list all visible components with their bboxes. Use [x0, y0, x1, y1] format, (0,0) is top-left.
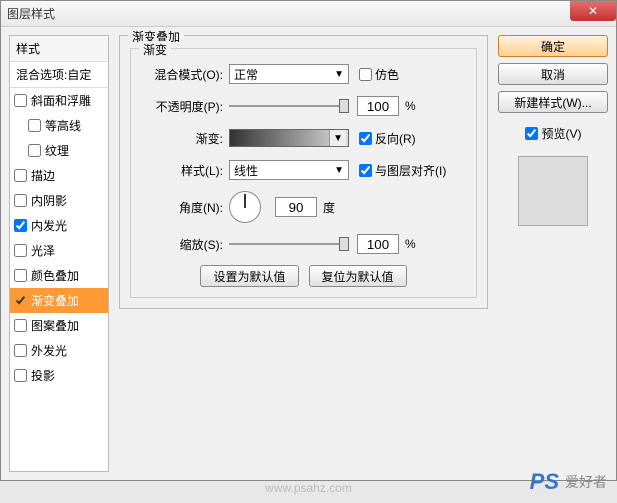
angle-label: 角度(N):	[141, 199, 223, 216]
chevron-down-icon: ▼	[334, 165, 344, 176]
inner-title: 渐变	[139, 41, 171, 58]
scale-input[interactable]	[357, 234, 399, 254]
titlebar: 图层样式 ✕	[1, 1, 616, 27]
watermark: PS 爱好者	[530, 469, 607, 495]
blend-mode-select[interactable]: 正常 ▼	[229, 64, 349, 84]
preview-checkbox[interactable]: 预览(V)	[498, 125, 608, 142]
styles-header: 样式	[10, 36, 108, 62]
style-item[interactable]: 渐变叠加	[10, 288, 108, 313]
styles-list: 样式 混合选项:自定 斜面和浮雕等高线纹理描边内阴影内发光光泽颜色叠加渐变叠加图…	[9, 35, 109, 472]
opacity-input[interactable]	[357, 96, 399, 116]
settings-panel: 渐变叠加 渐变 混合模式(O): 正常 ▼ 仿色	[119, 35, 488, 472]
style-item[interactable]: 内发光	[10, 213, 108, 238]
style-item[interactable]: 投影	[10, 363, 108, 388]
preview-swatch	[518, 156, 588, 226]
ok-button[interactable]: 确定	[498, 35, 608, 57]
gradient-overlay-group: 渐变叠加 渐变 混合模式(O): 正常 ▼ 仿色	[119, 35, 488, 309]
layer-style-dialog: 图层样式 ✕ 样式 混合选项:自定 斜面和浮雕等高线纹理描边内阴影内发光光泽颜色…	[0, 0, 617, 481]
dither-checkbox[interactable]: 仿色	[359, 66, 399, 83]
style-item[interactable]: 外发光	[10, 338, 108, 363]
style-item-label: 内阴影	[31, 192, 67, 209]
style-item-label: 斜面和浮雕	[31, 92, 91, 109]
content: 样式 混合选项:自定 斜面和浮雕等高线纹理描边内阴影内发光光泽颜色叠加渐变叠加图…	[1, 27, 616, 480]
opacity-slider[interactable]	[229, 97, 349, 115]
new-style-button[interactable]: 新建样式(W)...	[498, 91, 608, 113]
chevron-down-icon: ▼	[334, 69, 344, 80]
style-item-label: 内发光	[31, 217, 67, 234]
style-item-label: 颜色叠加	[31, 267, 79, 284]
window-title: 图层样式	[7, 5, 55, 22]
style-item-label: 投影	[31, 367, 55, 384]
style-item-label: 光泽	[31, 242, 55, 259]
cancel-button[interactable]: 取消	[498, 63, 608, 85]
reset-default-button[interactable]: 复位为默认值	[309, 265, 407, 287]
scale-label: 缩放(S):	[141, 236, 223, 253]
angle-input[interactable]	[275, 197, 317, 217]
style-select[interactable]: 线性 ▼	[229, 160, 349, 180]
style-item[interactable]: 描边	[10, 163, 108, 188]
style-item-label: 等高线	[45, 117, 81, 134]
reverse-checkbox[interactable]: 反向(R)	[359, 130, 416, 147]
style-item-label: 图案叠加	[31, 317, 79, 334]
style-item[interactable]: 颜色叠加	[10, 263, 108, 288]
set-default-button[interactable]: 设置为默认值	[200, 265, 298, 287]
gradient-picker[interactable]: ▼	[229, 129, 349, 147]
style-item-label: 纹理	[45, 142, 69, 159]
style-item[interactable]: 内阴影	[10, 188, 108, 213]
gradient-label: 渐变:	[141, 130, 223, 147]
blend-mode-label: 混合模式(O):	[141, 66, 223, 83]
style-item[interactable]: 等高线	[10, 113, 108, 138]
style-item[interactable]: 光泽	[10, 238, 108, 263]
style-label: 样式(L):	[141, 162, 223, 179]
angle-dial[interactable]	[229, 191, 261, 223]
style-item[interactable]: 图案叠加	[10, 313, 108, 338]
style-item[interactable]: 斜面和浮雕	[10, 88, 108, 113]
style-item[interactable]: 纹理	[10, 138, 108, 163]
ps-logo: PS	[530, 469, 559, 495]
style-item-label: 外发光	[31, 342, 67, 359]
close-button[interactable]: ✕	[570, 1, 616, 21]
opacity-label: 不透明度(P):	[141, 98, 223, 115]
style-item-label: 描边	[31, 167, 55, 184]
scale-slider[interactable]	[229, 235, 349, 253]
chevron-down-icon: ▼	[329, 130, 346, 146]
gradient-section: 渐变 混合模式(O): 正常 ▼ 仿色 不透明度(P):	[130, 48, 477, 298]
align-checkbox[interactable]: 与图层对齐(I)	[359, 162, 446, 179]
watermark-url: www.psahz.com	[265, 481, 352, 495]
style-item-label: 渐变叠加	[31, 292, 79, 309]
action-panel: 确定 取消 新建样式(W)... 预览(V)	[498, 35, 608, 472]
blend-options-header[interactable]: 混合选项:自定	[10, 62, 108, 88]
